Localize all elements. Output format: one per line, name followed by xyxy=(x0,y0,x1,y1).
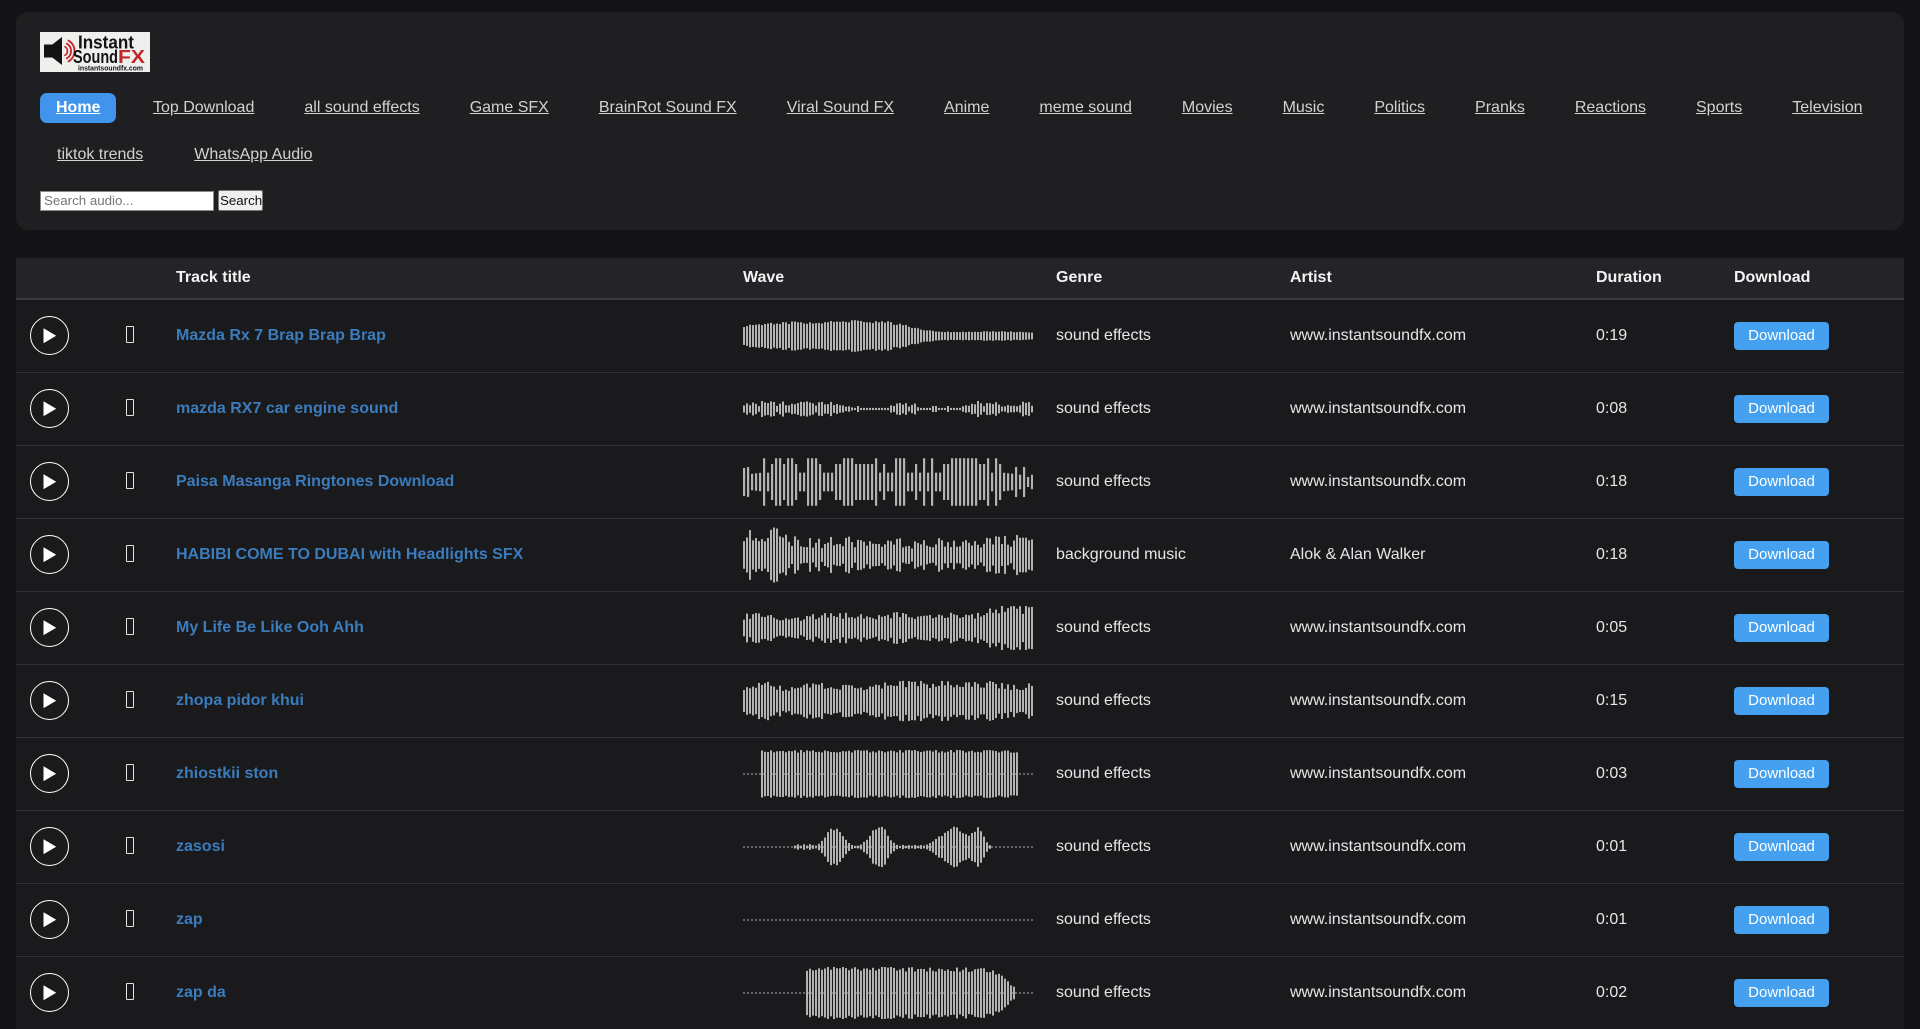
svg-text:instantsoundfx.com: instantsoundfx.com xyxy=(78,64,143,72)
